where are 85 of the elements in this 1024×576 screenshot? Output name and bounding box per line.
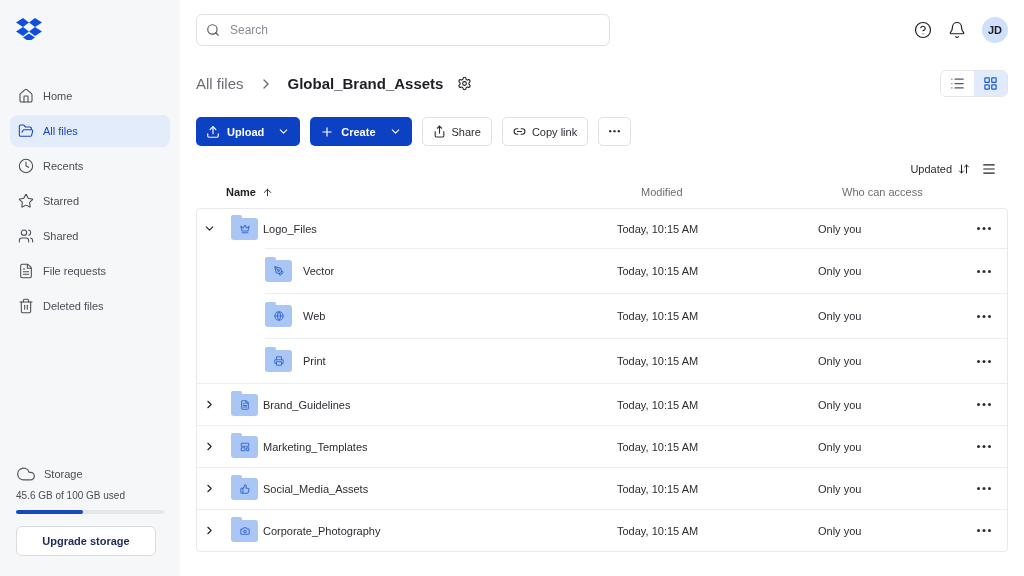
file-name[interactable]: Print: [303, 355, 617, 367]
sidebar-item[interactable]: Starred: [10, 185, 170, 217]
trash-icon: [18, 298, 34, 314]
sort-icon[interactable]: [958, 163, 970, 175]
more-icon: [609, 130, 621, 133]
help-icon[interactable]: [914, 21, 932, 39]
document-folder-icon: [231, 393, 258, 416]
access-cell-text: Only you: [818, 482, 863, 495]
sidebar-item[interactable]: Shared: [10, 220, 170, 252]
folder-title: Global_Brand_Assets: [287, 75, 444, 92]
search-icon: [206, 23, 220, 37]
more-icon: [977, 403, 991, 406]
upgrade-storage-button[interactable]: Upgrade storage: [16, 526, 156, 556]
modified-cell-text: Today, 10:15 AM: [617, 355, 700, 367]
modified-cell-text: Today, 10:15 AM: [617, 482, 700, 495]
sidebar-item[interactable]: Recents: [10, 150, 170, 182]
modified-cell-text: Today, 10:15 AM: [617, 440, 700, 453]
file-name[interactable]: Vector: [303, 265, 617, 277]
file-name[interactable]: Logo_Files: [263, 222, 617, 235]
thumbs-up-folder-icon: [231, 477, 258, 500]
file-name[interactable]: Web: [303, 310, 617, 322]
access-cell-text: Only you: [818, 222, 863, 235]
plus-icon: [320, 124, 335, 139]
access-cell-text: Only you: [818, 440, 863, 453]
copy-link-button[interactable]: Copy link: [501, 117, 589, 146]
sidebar-item[interactable]: File requests: [10, 255, 170, 287]
logo-icon: [16, 18, 42, 40]
crown-folder-icon: [231, 217, 258, 240]
bell-icon[interactable]: [948, 21, 966, 39]
sidebar-item[interactable]: All files: [10, 115, 170, 147]
camera-folder-icon: [231, 519, 258, 542]
access-cell-text: Only you: [818, 398, 863, 411]
template-folder-icon: [231, 435, 258, 458]
share-icon: [432, 125, 446, 138]
storage-usage: 45.6 GB of 100 GB used: [16, 490, 126, 501]
folder-icon: [18, 123, 34, 139]
more-icon: [977, 487, 991, 490]
create-button[interactable]: Create: [310, 117, 412, 146]
access-cell-text: Only you: [818, 524, 863, 537]
more-icon: [977, 314, 991, 318]
pen-folder-icon: [265, 260, 292, 282]
home-icon: [18, 88, 34, 104]
upload-icon: [206, 124, 220, 139]
column-header[interactable]: Name: [226, 186, 256, 198]
search-field[interactable]: Search: [196, 14, 610, 46]
settings-icon[interactable]: [457, 76, 473, 91]
list-view-icon: [950, 76, 965, 91]
file-name[interactable]: Social_Media_Assets: [263, 482, 617, 495]
modified-cell-text: Today, 10:15 AM: [617, 310, 700, 322]
link-icon: [512, 125, 526, 138]
access-cell-text: Only you: [818, 355, 863, 367]
sort-up-icon: [261, 186, 273, 198]
people-icon: [18, 228, 34, 244]
column-header[interactable]: Modified: [641, 186, 842, 198]
grid-view-icon: [983, 76, 998, 91]
file-name[interactable]: Corporate_Photography: [263, 524, 617, 537]
menu-icon[interactable]: [982, 162, 996, 176]
document-icon: [18, 263, 34, 279]
sidebar-item[interactable]: Home: [10, 80, 170, 112]
file-name[interactable]: Marketing_Templates: [263, 440, 617, 453]
user-avatar[interactable]: JD: [982, 17, 1008, 43]
clock-icon: [18, 158, 34, 174]
sort-label[interactable]: Updated: [910, 163, 952, 175]
file-name[interactable]: Brand_Guidelines: [263, 398, 617, 411]
modified-cell-text: Today, 10:15 AM: [617, 398, 700, 411]
modified-cell-text: Today, 10:15 AM: [617, 265, 700, 277]
access-cell-text: Only you: [818, 310, 863, 322]
access-cell-text: Only you: [818, 265, 863, 277]
star-icon: [18, 193, 34, 209]
more-icon: [977, 445, 991, 448]
upload-button[interactable]: Upload: [196, 117, 301, 146]
storage-title: Storage: [44, 468, 83, 480]
grid-view-button[interactable]: [974, 71, 1007, 96]
column-header[interactable]: Who can access: [842, 186, 1008, 198]
more-icon: [977, 359, 991, 363]
modified-cell-text: Today, 10:15 AM: [617, 524, 700, 537]
modified-cell-text: Today, 10:15 AM: [617, 222, 700, 235]
sidebar-item[interactable]: Deleted files: [10, 290, 170, 322]
printer-folder-icon: [265, 350, 292, 372]
more-icon: [977, 227, 991, 230]
more-icon: [977, 529, 991, 532]
breadcrumb-link[interactable]: All files: [196, 75, 244, 92]
share-button[interactable]: Share: [421, 117, 492, 146]
globe-folder-icon: [265, 305, 292, 327]
more-icon: [977, 269, 991, 273]
